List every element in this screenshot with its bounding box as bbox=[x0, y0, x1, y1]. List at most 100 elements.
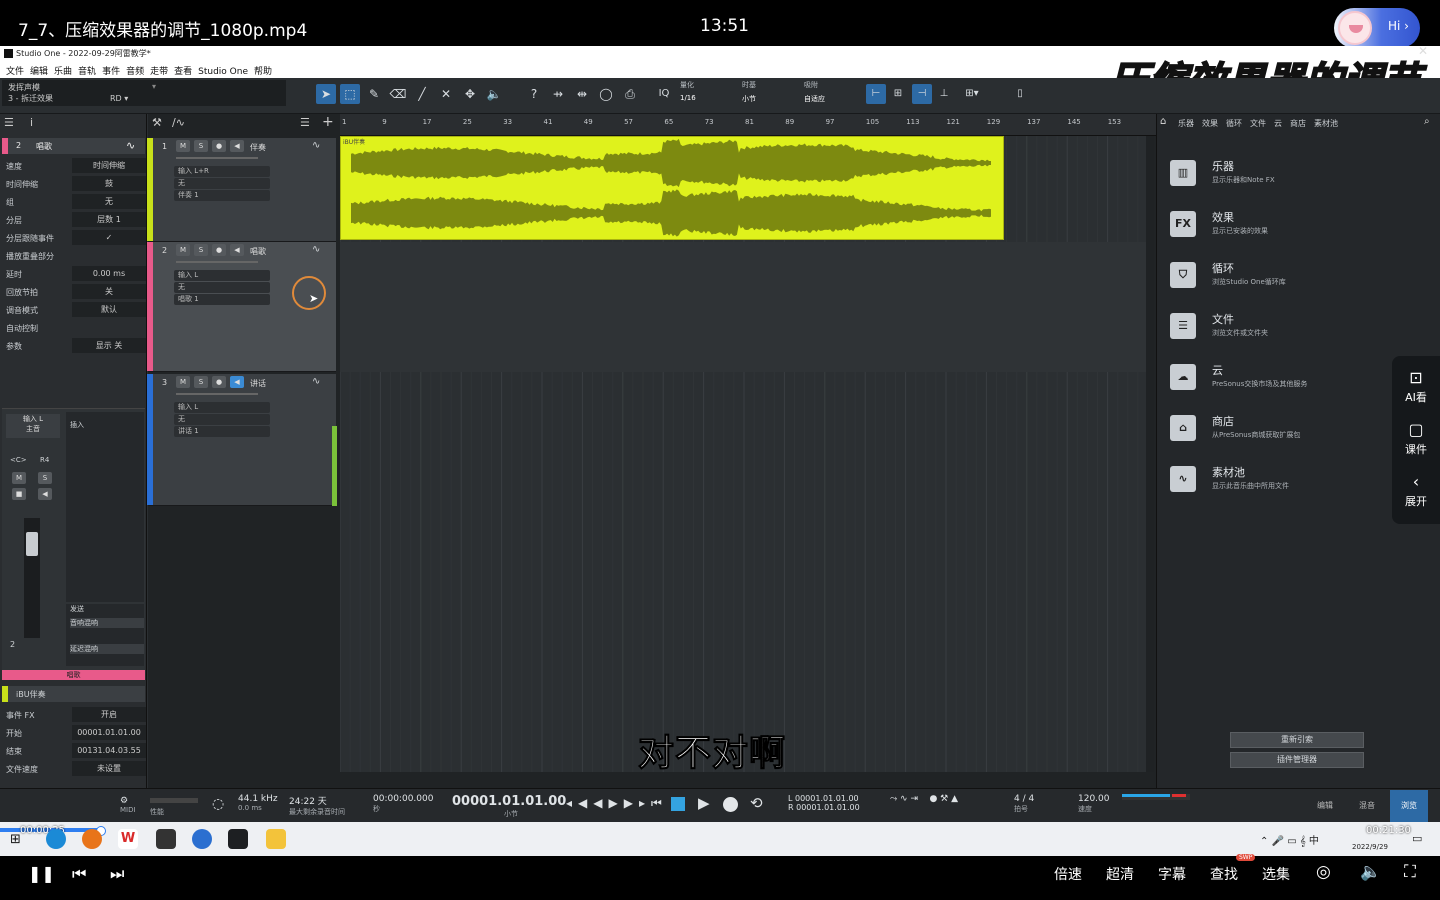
snap-left-icon[interactable]: ⊢ bbox=[866, 84, 886, 104]
inspector-row-value[interactable]: ✓ bbox=[72, 230, 146, 245]
menu-item-0[interactable]: 文件 bbox=[6, 64, 24, 77]
app-icon-1[interactable] bbox=[156, 829, 176, 849]
menu-item-2[interactable]: 乐曲 bbox=[54, 64, 72, 77]
inspector-row[interactable]: 延时 0.00 ms bbox=[2, 265, 146, 283]
channel-pan[interactable]: <C> bbox=[10, 456, 27, 464]
solo-button[interactable]: S bbox=[194, 244, 208, 256]
event-header[interactable]: iBU伴奏 bbox=[2, 686, 145, 702]
track-out-combo[interactable]: 无 bbox=[174, 414, 270, 425]
inspector-row[interactable]: 分层 层数 1 bbox=[2, 211, 146, 229]
ai-panel-item-0[interactable]: ⊡ AI看 bbox=[1392, 368, 1440, 405]
reindex-button[interactable]: 重新引索 bbox=[1230, 732, 1364, 748]
menu-item-5[interactable]: 音频 bbox=[126, 64, 144, 77]
print-icon[interactable]: ⎙ bbox=[620, 84, 640, 104]
forward-end-icon[interactable]: ▸ bbox=[639, 796, 651, 810]
view-tab[interactable]: 混音 bbox=[1348, 790, 1386, 822]
wrench-icon[interactable]: ⚒ bbox=[152, 116, 162, 129]
track-input-combo[interactable]: 输入 L bbox=[174, 270, 270, 281]
track-header-1[interactable]: 1 M S ● ◀ 伴奏 ∿ 输入 L+R 无伴奏 1 bbox=[147, 138, 336, 242]
track-waveform-icon[interactable]: ∿ bbox=[312, 140, 320, 151]
settings-icon[interactable]: ◎ bbox=[1316, 862, 1331, 882]
player-control-3[interactable]: 查找 bbox=[1210, 864, 1238, 884]
loop-button[interactable]: ⟲ bbox=[750, 794, 763, 812]
track-header-3[interactable]: 3 M S ● ◀ 讲话 ∿ 输入 L 无讲话 1 bbox=[147, 374, 337, 506]
next-icon[interactable]: ⏭ bbox=[110, 864, 124, 884]
channel-input[interactable]: 输入 L 主音 bbox=[6, 414, 60, 438]
inspector-row-value[interactable]: 鼓 bbox=[72, 176, 146, 191]
arrow-tool-icon[interactable]: ➤ bbox=[316, 84, 336, 104]
send-area[interactable]: 发送 音响混响 延迟混响 bbox=[66, 604, 144, 666]
snap-icon-1[interactable]: ⇸ bbox=[548, 84, 568, 104]
inspector-row-value[interactable]: 关 bbox=[72, 284, 146, 299]
inspector-menu-icon[interactable]: ☰ bbox=[4, 116, 14, 129]
browser-item-3[interactable]: ☰ 文件 浏览文件或文件夹 bbox=[1170, 309, 1430, 349]
split-tool-icon[interactable]: ✥ bbox=[460, 84, 480, 104]
app-icon-2[interactable] bbox=[192, 829, 212, 849]
browser-item-1[interactable]: FX 效果 显示已安装的效果 bbox=[1170, 207, 1430, 247]
home-icon[interactable]: ⌂ bbox=[1160, 116, 1166, 127]
studio-one-taskbar-icon[interactable] bbox=[228, 829, 248, 849]
track-volume-slider[interactable] bbox=[176, 261, 258, 263]
track-input-combo[interactable]: 输入 L+R bbox=[174, 166, 270, 177]
timebase-field[interactable]: 时基 小节 bbox=[742, 80, 802, 108]
add-track-icon[interactable]: + bbox=[322, 114, 334, 130]
menu-item-4[interactable]: 事件 bbox=[102, 64, 120, 77]
track-out-combo[interactable]: 无 bbox=[174, 282, 270, 293]
record-arm-button[interactable]: ● bbox=[212, 140, 226, 152]
player-control-0[interactable]: 倍速 bbox=[1054, 864, 1082, 884]
track-waveform-icon[interactable]: ∿ bbox=[312, 244, 320, 255]
mute-button[interactable]: M bbox=[176, 140, 190, 152]
plugin-manager-button[interactable]: 插件管理器 bbox=[1230, 752, 1364, 768]
event-row[interactable]: 文件速度 未设置 bbox=[2, 760, 146, 778]
view-tab[interactable]: 编辑 bbox=[1306, 790, 1344, 822]
event-row-value[interactable]: 未设置 bbox=[72, 761, 146, 776]
stop-button[interactable] bbox=[671, 797, 685, 811]
range-tool-icon[interactable]: ⬚ bbox=[340, 84, 360, 104]
send-2[interactable]: 延迟混响 bbox=[70, 644, 144, 654]
inspector-row[interactable]: 自动控制 bbox=[2, 319, 145, 337]
track-list-icon[interactable]: ☰ bbox=[300, 116, 310, 129]
browser-item-6[interactable]: ∿ 素材池 显示此音乐曲中所用文件 bbox=[1170, 462, 1430, 502]
channel-mute-button[interactable]: M bbox=[12, 472, 26, 484]
player-control-4[interactable]: 选集 bbox=[1262, 864, 1290, 884]
event-row-value[interactable]: 开启 bbox=[72, 707, 146, 722]
inspector-row-value[interactable]: 0.00 ms bbox=[72, 266, 146, 281]
inspector-row-value[interactable]: 时间伸缩 bbox=[72, 158, 146, 173]
menu-item-9[interactable]: 帮助 bbox=[254, 64, 272, 77]
ai-panel-item-1[interactable]: ▢ 课件 bbox=[1392, 420, 1440, 457]
snap-field[interactable]: 吸附 自适应 bbox=[804, 80, 864, 108]
solo-button[interactable]: S bbox=[194, 140, 208, 152]
inspector-info-icon[interactable]: i bbox=[30, 116, 33, 129]
pencil-tool-icon[interactable]: ✎ bbox=[364, 84, 384, 104]
waveform-icon[interactable]: ∿ bbox=[126, 139, 135, 152]
browser-tab[interactable]: 素材池 bbox=[1314, 119, 1338, 128]
browser-tab[interactable]: 循环 bbox=[1226, 119, 1242, 128]
monitor-button[interactable]: ◀ bbox=[230, 376, 244, 388]
q-icon[interactable]: IQ bbox=[654, 84, 674, 104]
event-row[interactable]: 结束 00131.04.03.55 bbox=[2, 742, 146, 760]
audio-clip[interactable]: iBU伴奏 bbox=[340, 136, 1004, 240]
wps-icon[interactable]: W bbox=[118, 829, 138, 849]
snap-icon-2[interactable]: ⇹ bbox=[572, 84, 592, 104]
vertical-scrollbar[interactable] bbox=[1146, 136, 1154, 772]
windows-start-icon[interactable]: ⊞ bbox=[10, 832, 21, 847]
inspector-row[interactable]: 分层跟随事件 ✓ bbox=[2, 229, 146, 247]
eraser-tool-icon[interactable]: ⌫ bbox=[388, 84, 408, 104]
search-icon[interactable]: ⌕ bbox=[1424, 116, 1430, 127]
rewind-icon[interactable]: ◀◀ bbox=[578, 796, 608, 810]
inspector-row[interactable]: 播放重叠部分 bbox=[2, 247, 145, 265]
browser-tab[interactable]: 乐器 bbox=[1178, 119, 1194, 128]
volume-icon[interactable]: 🔈 bbox=[1360, 862, 1381, 882]
channel-record-button[interactable]: ■ bbox=[12, 488, 26, 500]
channel-monitor-button[interactable]: ◀ bbox=[38, 488, 52, 500]
solo-button[interactable]: S bbox=[194, 376, 208, 388]
player-control-2[interactable]: 字幕 bbox=[1158, 864, 1186, 884]
time-signature[interactable]: 4 / 4 拍号 bbox=[1014, 794, 1034, 814]
menu-item-3[interactable]: 音轨 bbox=[78, 64, 96, 77]
notification-icon[interactable]: ▭ bbox=[1412, 832, 1422, 845]
tempo[interactable]: 120.00 速度 bbox=[1078, 794, 1110, 814]
fullscreen-icon[interactable]: ⛶ bbox=[1404, 862, 1416, 882]
monitor-button[interactable]: ◀ bbox=[230, 140, 244, 152]
track-inst-combo[interactable]: 讲话 1 bbox=[174, 426, 270, 437]
track-input-combo[interactable]: 输入 L bbox=[174, 402, 270, 413]
